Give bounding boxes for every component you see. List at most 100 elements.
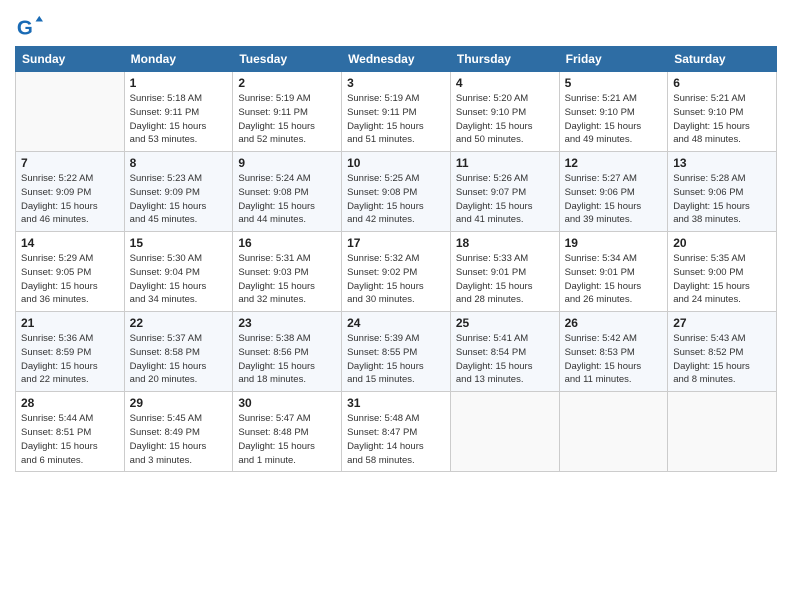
day-number: 22 xyxy=(130,316,228,330)
calendar-cell: 27 Sunrise: 5:43 AM Sunset: 8:52 PM Dayli… xyxy=(668,312,777,392)
calendar-cell: 8 Sunrise: 5:23 AM Sunset: 9:09 PM Daylig… xyxy=(124,152,233,232)
svg-text:G: G xyxy=(17,17,33,40)
calendar-cell xyxy=(16,72,125,152)
day-info: Sunrise: 5:43 AM Sunset: 8:52 PM Dayligh… xyxy=(673,332,771,387)
day-number: 17 xyxy=(347,236,445,250)
day-number: 8 xyxy=(130,156,228,170)
day-info: Sunrise: 5:21 AM Sunset: 9:10 PM Dayligh… xyxy=(673,92,771,147)
day-info: Sunrise: 5:28 AM Sunset: 9:06 PM Dayligh… xyxy=(673,172,771,227)
weekday-header-friday: Friday xyxy=(559,47,668,72)
day-info: Sunrise: 5:29 AM Sunset: 9:05 PM Dayligh… xyxy=(21,252,119,307)
weekday-header-tuesday: Tuesday xyxy=(233,47,342,72)
calendar-cell: 3 Sunrise: 5:19 AM Sunset: 9:11 PM Daylig… xyxy=(342,72,451,152)
day-info: Sunrise: 5:33 AM Sunset: 9:01 PM Dayligh… xyxy=(456,252,554,307)
day-info: Sunrise: 5:19 AM Sunset: 9:11 PM Dayligh… xyxy=(238,92,336,147)
calendar-cell: 28 Sunrise: 5:44 AM Sunset: 8:51 PM Dayli… xyxy=(16,392,125,472)
day-number: 19 xyxy=(565,236,663,250)
calendar-cell: 15 Sunrise: 5:30 AM Sunset: 9:04 PM Dayli… xyxy=(124,232,233,312)
day-info: Sunrise: 5:44 AM Sunset: 8:51 PM Dayligh… xyxy=(21,412,119,467)
day-info: Sunrise: 5:47 AM Sunset: 8:48 PM Dayligh… xyxy=(238,412,336,467)
day-number: 5 xyxy=(565,76,663,90)
day-info: Sunrise: 5:32 AM Sunset: 9:02 PM Dayligh… xyxy=(347,252,445,307)
week-row-3: 14 Sunrise: 5:29 AM Sunset: 9:05 PM Dayli… xyxy=(16,232,777,312)
day-number: 24 xyxy=(347,316,445,330)
day-number: 16 xyxy=(238,236,336,250)
day-info: Sunrise: 5:21 AM Sunset: 9:10 PM Dayligh… xyxy=(565,92,663,147)
calendar-cell xyxy=(450,392,559,472)
day-info: Sunrise: 5:18 AM Sunset: 9:11 PM Dayligh… xyxy=(130,92,228,147)
day-number: 21 xyxy=(21,316,119,330)
day-number: 30 xyxy=(238,396,336,410)
day-number: 15 xyxy=(130,236,228,250)
calendar-cell: 7 Sunrise: 5:22 AM Sunset: 9:09 PM Daylig… xyxy=(16,152,125,232)
day-number: 31 xyxy=(347,396,445,410)
day-info: Sunrise: 5:41 AM Sunset: 8:54 PM Dayligh… xyxy=(456,332,554,387)
weekday-header-thursday: Thursday xyxy=(450,47,559,72)
calendar-cell: 26 Sunrise: 5:42 AM Sunset: 8:53 PM Dayli… xyxy=(559,312,668,392)
weekday-header-sunday: Sunday xyxy=(16,47,125,72)
day-info: Sunrise: 5:27 AM Sunset: 9:06 PM Dayligh… xyxy=(565,172,663,227)
day-info: Sunrise: 5:45 AM Sunset: 8:49 PM Dayligh… xyxy=(130,412,228,467)
day-info: Sunrise: 5:36 AM Sunset: 8:59 PM Dayligh… xyxy=(21,332,119,387)
day-info: Sunrise: 5:42 AM Sunset: 8:53 PM Dayligh… xyxy=(565,332,663,387)
calendar-cell: 5 Sunrise: 5:21 AM Sunset: 9:10 PM Daylig… xyxy=(559,72,668,152)
calendar-cell: 23 Sunrise: 5:38 AM Sunset: 8:56 PM Dayli… xyxy=(233,312,342,392)
day-info: Sunrise: 5:35 AM Sunset: 9:00 PM Dayligh… xyxy=(673,252,771,307)
calendar-cell: 25 Sunrise: 5:41 AM Sunset: 8:54 PM Dayli… xyxy=(450,312,559,392)
day-number: 6 xyxy=(673,76,771,90)
day-info: Sunrise: 5:39 AM Sunset: 8:55 PM Dayligh… xyxy=(347,332,445,387)
day-number: 14 xyxy=(21,236,119,250)
calendar-cell: 17 Sunrise: 5:32 AM Sunset: 9:02 PM Dayli… xyxy=(342,232,451,312)
day-info: Sunrise: 5:23 AM Sunset: 9:09 PM Dayligh… xyxy=(130,172,228,227)
calendar-cell: 18 Sunrise: 5:33 AM Sunset: 9:01 PM Dayli… xyxy=(450,232,559,312)
calendar-cell: 2 Sunrise: 5:19 AM Sunset: 9:11 PM Daylig… xyxy=(233,72,342,152)
day-info: Sunrise: 5:31 AM Sunset: 9:03 PM Dayligh… xyxy=(238,252,336,307)
calendar-cell: 20 Sunrise: 5:35 AM Sunset: 9:00 PM Dayli… xyxy=(668,232,777,312)
day-info: Sunrise: 5:19 AM Sunset: 9:11 PM Dayligh… xyxy=(347,92,445,147)
day-number: 29 xyxy=(130,396,228,410)
day-number: 23 xyxy=(238,316,336,330)
calendar-cell: 19Sunrise: 5:34 AM Sunset: 9:01 PM Dayli… xyxy=(559,232,668,312)
calendar-cell: 21 Sunrise: 5:36 AM Sunset: 8:59 PM Dayli… xyxy=(16,312,125,392)
logo-icon: G xyxy=(15,14,43,42)
calendar-cell: 1Sunrise: 5:18 AM Sunset: 9:11 PM Daylig… xyxy=(124,72,233,152)
day-number: 3 xyxy=(347,76,445,90)
calendar-cell xyxy=(668,392,777,472)
day-number: 20 xyxy=(673,236,771,250)
calendar-table: SundayMondayTuesdayWednesdayThursdayFrid… xyxy=(15,46,777,472)
calendar-cell: 11Sunrise: 5:26 AM Sunset: 9:07 PM Dayli… xyxy=(450,152,559,232)
day-number: 2 xyxy=(238,76,336,90)
weekday-header-monday: Monday xyxy=(124,47,233,72)
weekday-header-row: SundayMondayTuesdayWednesdayThursdayFrid… xyxy=(16,47,777,72)
day-number: 10 xyxy=(347,156,445,170)
day-number: 9 xyxy=(238,156,336,170)
day-number: 7 xyxy=(21,156,119,170)
day-number: 27 xyxy=(673,316,771,330)
day-number: 13 xyxy=(673,156,771,170)
day-number: 25 xyxy=(456,316,554,330)
day-number: 28 xyxy=(21,396,119,410)
calendar-cell: 24 Sunrise: 5:39 AM Sunset: 8:55 PM Dayli… xyxy=(342,312,451,392)
day-number: 26 xyxy=(565,316,663,330)
weekday-header-wednesday: Wednesday xyxy=(342,47,451,72)
day-info: Sunrise: 5:38 AM Sunset: 8:56 PM Dayligh… xyxy=(238,332,336,387)
calendar-cell: 12 Sunrise: 5:27 AM Sunset: 9:06 PM Dayli… xyxy=(559,152,668,232)
calendar-cell: 10Sunrise: 5:25 AM Sunset: 9:08 PM Dayli… xyxy=(342,152,451,232)
day-info: Sunrise: 5:22 AM Sunset: 9:09 PM Dayligh… xyxy=(21,172,119,227)
calendar-cell: 31 Sunrise: 5:48 AM Sunset: 8:47 PM Dayli… xyxy=(342,392,451,472)
calendar-cell: 22Sunrise: 5:37 AM Sunset: 8:58 PM Dayli… xyxy=(124,312,233,392)
weekday-header-saturday: Saturday xyxy=(668,47,777,72)
day-number: 18 xyxy=(456,236,554,250)
calendar-cell: 30 Sunrise: 5:47 AM Sunset: 8:48 PM Dayli… xyxy=(233,392,342,472)
day-info: Sunrise: 5:30 AM Sunset: 9:04 PM Dayligh… xyxy=(130,252,228,307)
day-number: 12 xyxy=(565,156,663,170)
calendar-cell: 14 Sunrise: 5:29 AM Sunset: 9:05 PM Dayli… xyxy=(16,232,125,312)
day-info: Sunrise: 5:20 AM Sunset: 9:10 PM Dayligh… xyxy=(456,92,554,147)
calendar-cell xyxy=(559,392,668,472)
day-info: Sunrise: 5:48 AM Sunset: 8:47 PM Dayligh… xyxy=(347,412,445,467)
calendar-cell: 4Sunrise: 5:20 AM Sunset: 9:10 PM Daylig… xyxy=(450,72,559,152)
week-row-4: 21 Sunrise: 5:36 AM Sunset: 8:59 PM Dayli… xyxy=(16,312,777,392)
header: G xyxy=(15,10,777,42)
calendar-cell: 16 Sunrise: 5:31 AM Sunset: 9:03 PM Dayli… xyxy=(233,232,342,312)
calendar-cell: 13 Sunrise: 5:28 AM Sunset: 9:06 PM Dayli… xyxy=(668,152,777,232)
